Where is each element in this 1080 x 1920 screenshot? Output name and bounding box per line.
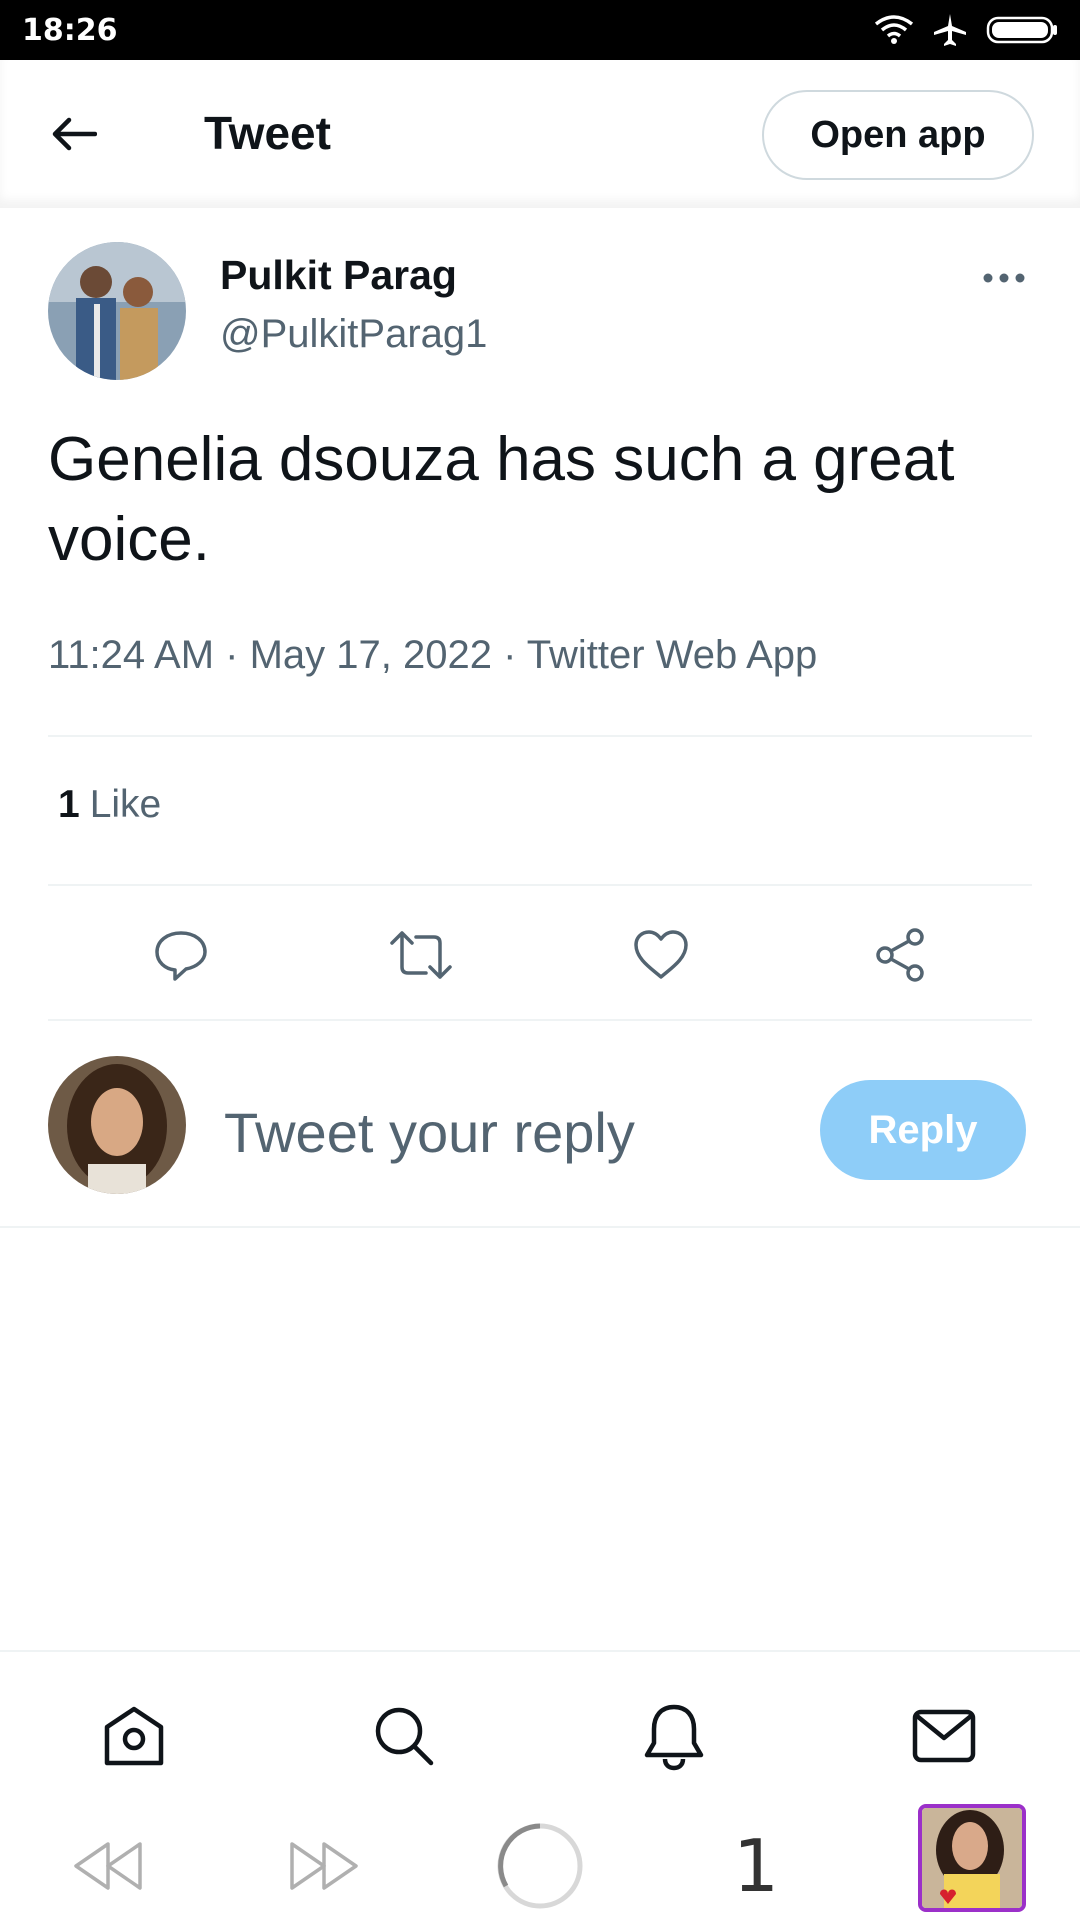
divider (0, 1226, 1080, 1228)
divider (48, 1019, 1032, 1021)
browser-forward-button[interactable] (282, 1816, 366, 1916)
reply-icon (155, 931, 207, 981)
reply-input[interactable] (224, 1096, 784, 1168)
status-bar: 18:26 (0, 0, 1080, 60)
status-icons (874, 12, 1058, 48)
retweet-icon (390, 931, 452, 979)
divider (48, 884, 1032, 886)
tweet-text: Genelia dsouza has such a great voice. (48, 425, 955, 574)
user-avatar[interactable] (48, 1056, 186, 1194)
notifications-icon (644, 1704, 704, 1771)
battery-icon (986, 16, 1057, 44)
loading-icon (497, 1823, 583, 1909)
reply-submit-button[interactable]: Reply (820, 1080, 1026, 1180)
nav-search[interactable] (364, 1696, 444, 1776)
nav-notifications[interactable] (634, 1696, 714, 1776)
tab-count[interactable]: 1 (730, 1816, 782, 1916)
airplane-mode-icon (934, 14, 966, 46)
home-icon (104, 1706, 164, 1766)
page-title: Tweet (204, 107, 331, 159)
likes-count: 1 (58, 783, 80, 826)
browser-home-button[interactable] (494, 1816, 586, 1916)
author-avatar[interactable] (48, 242, 186, 380)
browser-back-button[interactable] (66, 1816, 150, 1916)
more-options-icon (983, 273, 1025, 283)
tweet-header: Tweet Open app (0, 60, 1080, 208)
share-icon (876, 928, 924, 982)
likes-row[interactable]: 1 Like (58, 783, 161, 827)
author-name[interactable]: Pulkit Parag (220, 252, 457, 299)
bottom-nav (0, 1652, 1080, 1802)
back-button[interactable] (40, 106, 108, 162)
back-arrow-icon (52, 117, 97, 151)
more-options-button[interactable] (980, 262, 1028, 294)
divider (48, 735, 1032, 737)
messages-icon (912, 1709, 976, 1763)
author-handle[interactable]: @PulkitParag1 (220, 312, 487, 357)
forward-icon (290, 1842, 358, 1890)
like-icon (634, 930, 688, 979)
profile-thumbnail[interactable] (918, 1804, 1026, 1912)
tweet-meta: 11:24 AM · May 17, 2022 · Twitter Web Ap… (48, 633, 818, 677)
like-button[interactable] (626, 920, 696, 990)
share-button[interactable] (866, 920, 936, 990)
reply-button[interactable] (146, 920, 216, 990)
open-app-button[interactable]: Open app (762, 90, 1034, 180)
likes-label: Like (89, 783, 162, 826)
back-icon (74, 1842, 142, 1890)
retweet-button[interactable] (386, 920, 456, 990)
nav-home[interactable] (94, 1696, 174, 1776)
search-icon (375, 1707, 434, 1766)
status-time: 18:26 (22, 12, 118, 48)
wifi-icon (874, 15, 914, 44)
nav-messages[interactable] (904, 1696, 984, 1776)
